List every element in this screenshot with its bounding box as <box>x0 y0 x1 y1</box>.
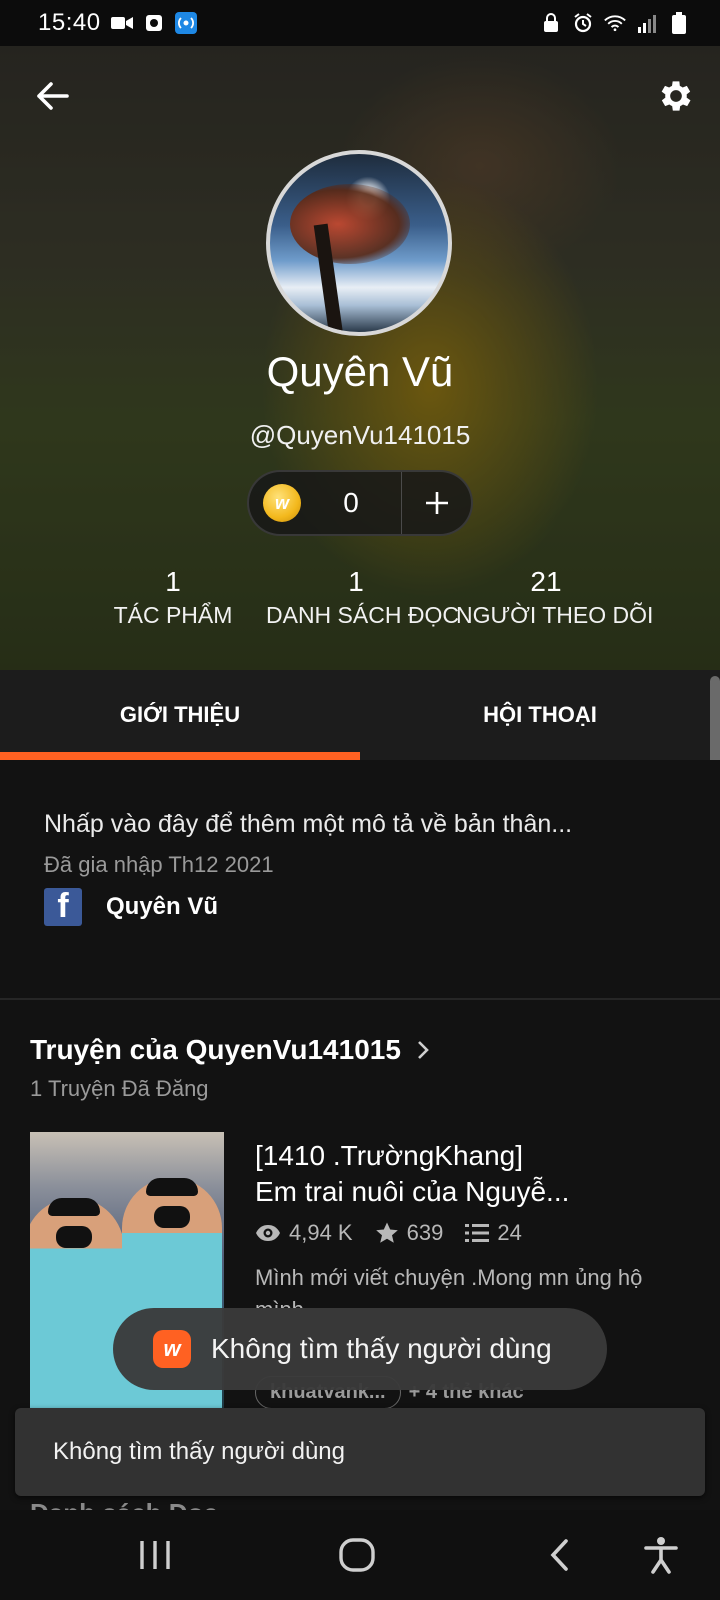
status-left: 15:40 <box>38 9 197 37</box>
stat-followers-value: 21 <box>530 566 562 597</box>
star-icon <box>375 1222 398 1243</box>
story-description: Mình mới viết chuyện .Mong mn ủng hộ mìn… <box>255 1265 643 1308</box>
stat-works-value: 1 <box>165 566 181 597</box>
about-description[interactable]: Nhấp vào đây để thêm một mô tả về bản th… <box>44 810 572 839</box>
settings-button[interactable] <box>654 74 698 118</box>
joined-date: Đã gia nhập Th12 2021 <box>44 852 274 877</box>
snackbar: Không tìm thấy người dùng <box>15 1408 705 1496</box>
story-parts: 24 <box>465 1220 522 1246</box>
stat-reading-lists-label: DANH SÁCH ĐỌC <box>266 602 459 628</box>
stat-reading-lists[interactable]: 1 DANH SÁCH ĐỌC <box>266 566 459 629</box>
chevron-right-icon <box>418 1041 429 1059</box>
stories-title: Truyện của QuyenVu141015 <box>30 1034 401 1065</box>
wifi-icon <box>604 12 626 34</box>
signal-icon <box>636 12 658 34</box>
toast: w Không tìm thấy người dùng <box>113 1308 607 1390</box>
about-section: Nhấp vào đây để thêm một mô tả về bản th… <box>0 760 720 1000</box>
profile-name: Quyên Vũ <box>266 348 454 395</box>
battery-icon <box>668 12 690 34</box>
status-right <box>540 12 690 34</box>
profile-handle: @QuyenVu141015 <box>249 420 471 450</box>
story-votes-count: 639 <box>406 1220 444 1245</box>
list-icon <box>465 1224 490 1242</box>
recents-button[interactable] <box>130 1530 180 1580</box>
story-title[interactable]: [1410 .TrườngKhang] Em trai nuôi của Ngu… <box>255 1138 695 1210</box>
status-bar: 15:40 <box>0 0 720 46</box>
hotspot-icon <box>174 12 197 34</box>
stat-reading-lists-value: 1 <box>348 566 364 597</box>
stories-count: 1 Truyện Đã Đăng <box>30 1076 209 1101</box>
story-reads: 4,94 K <box>255 1220 353 1246</box>
accessibility-button[interactable] <box>636 1530 686 1580</box>
wattpad-logo-icon: w <box>153 1330 191 1368</box>
tab-conversations[interactable]: HỘI THOẠI <box>360 670 720 760</box>
back-button[interactable] <box>32 76 72 116</box>
home-button[interactable] <box>332 1530 382 1580</box>
avatar[interactable] <box>266 150 452 336</box>
profile-header: Quyên Vũ @QuyenVu141015 w 0 1 TÁC PHẨM 1… <box>0 46 720 670</box>
coin-count: 0 <box>343 487 359 518</box>
stat-followers-label: NGƯỜI THEO DÕI <box>456 602 654 628</box>
story-meta: 4,94 K 639 24 <box>255 1220 544 1246</box>
facebook-icon: f <box>44 887 82 926</box>
story-parts-count: 24 <box>497 1220 522 1245</box>
nav-back-icon <box>550 1539 568 1571</box>
facebook-name: Quyên Vũ <box>106 893 219 920</box>
stat-followers[interactable]: 21 NGƯỜI THEO DÕI <box>456 566 654 629</box>
profile-tabs: GIỚI THIỆU HỘI THOẠI <box>0 670 720 760</box>
system-nav-bar <box>0 1510 720 1600</box>
stat-works-label: TÁC PHẨM <box>113 602 233 628</box>
video-icon <box>110 12 133 34</box>
recents-icon <box>140 1541 170 1569</box>
settings-gear-icon <box>661 81 691 111</box>
home-icon <box>339 1538 375 1572</box>
add-coins-button[interactable] <box>402 490 471 516</box>
lock-icon <box>540 12 562 34</box>
plus-icon <box>425 492 448 514</box>
coin-balance[interactable]: w 0 <box>247 470 473 536</box>
record-icon <box>143 12 165 34</box>
nav-back-button[interactable] <box>534 1530 584 1580</box>
toast-message: Không tìm thấy người dùng <box>211 1333 552 1364</box>
coin-icon: w <box>263 484 301 522</box>
eye-icon <box>256 1225 280 1241</box>
status-time: 15:40 <box>38 9 101 36</box>
alarm-icon <box>572 12 594 34</box>
stat-works[interactable]: 1 TÁC PHẨM <box>108 566 238 629</box>
story-title-line2: Em trai nuôi của Nguyễ... <box>255 1176 570 1207</box>
snackbar-message: Không tìm thấy người dùng <box>53 1438 345 1465</box>
facebook-link[interactable]: f Quyên Vũ <box>44 887 219 926</box>
story-votes: 639 <box>375 1220 444 1246</box>
story-title-line1: [1410 .TrườngKhang] <box>255 1140 524 1171</box>
tab-about[interactable]: GIỚI THIỆU <box>0 670 360 760</box>
back-arrow-icon <box>37 82 69 110</box>
accessibility-icon <box>644 1537 678 1574</box>
stories-header[interactable]: Truyện của QuyenVu141015 <box>30 1034 433 1066</box>
story-reads-count: 4,94 K <box>289 1220 353 1245</box>
